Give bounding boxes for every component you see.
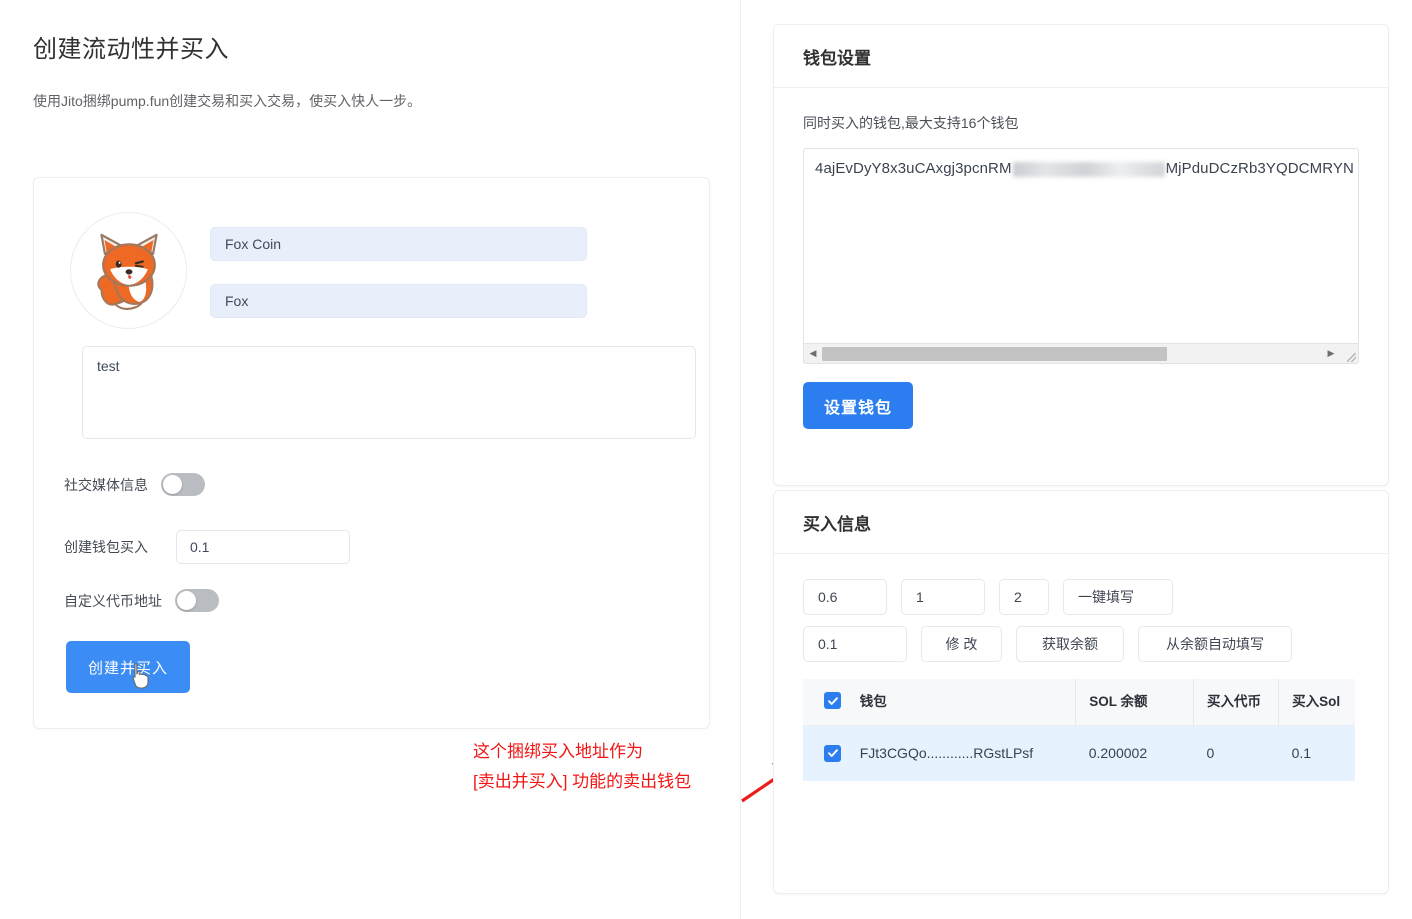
toggle-knob-icon bbox=[163, 475, 182, 494]
buy-range-row: 一键填写 bbox=[803, 579, 1359, 615]
buy-info-card: 买入信息 一键填写 修 改 获取余额 从余额自动填写 bbox=[773, 490, 1389, 894]
page-subtitle: 使用Jito捆绑pump.fun创建交易和买入交易，使买入快人一步。 bbox=[33, 93, 422, 109]
scroll-right-arrow-icon[interactable]: ▶ bbox=[1322, 344, 1340, 364]
create-form-card: test 社交媒体信息 创建钱包买入 自定义代币地址 创建并买入 bbox=[33, 177, 710, 729]
cell-wallet-address: FJt3CGQo............RGstLPsf bbox=[859, 725, 1076, 781]
buy-amount-input[interactable] bbox=[803, 626, 907, 662]
create-wallet-buy-input[interactable] bbox=[176, 530, 350, 564]
buy-min-input[interactable] bbox=[803, 579, 887, 615]
create-and-buy-button[interactable]: 创建并买入 bbox=[66, 641, 191, 693]
wallet-keys-textarea[interactable]: 4ajEvDyY8x3uCAxgj3pcnRM MjPduDCzRb3YQDCMR… bbox=[803, 148, 1359, 364]
scrollbar-thumb[interactable] bbox=[822, 346, 1167, 361]
social-media-label: 社交媒体信息 bbox=[64, 476, 148, 493]
wallet-settings-title: 钱包设置 bbox=[774, 25, 1388, 88]
page-title: 创建流动性并买入 bbox=[33, 36, 229, 63]
header-wallet: 钱包 bbox=[859, 679, 1076, 726]
wallet-key-suffix: MjPduDCzRb3YQDCMRYN bbox=[1165, 160, 1354, 177]
right-pane: 钱包设置 同时买入的钱包,最大支持16个钱包 4ajEvDyY8x3uCAxgj… bbox=[741, 0, 1412, 919]
scroll-left-arrow-icon[interactable]: ◀ bbox=[804, 344, 822, 364]
token-description-textarea[interactable]: test bbox=[82, 346, 696, 439]
buy-info-title: 买入信息 bbox=[774, 491, 1388, 554]
custom-token-address-toggle[interactable] bbox=[175, 589, 219, 612]
table-row[interactable]: FJt3CGQo............RGstLPsf 0.200002 0 … bbox=[803, 725, 1355, 781]
header-sol-balance: SOL 余额 bbox=[1075, 679, 1194, 726]
token-name-input[interactable] bbox=[210, 227, 587, 261]
buy-max-input[interactable] bbox=[999, 579, 1049, 615]
set-wallet-button[interactable]: 设置钱包 bbox=[803, 382, 914, 429]
cell-buy-token: 0 bbox=[1193, 725, 1279, 781]
wallet-key-value: 4ajEvDyY8x3uCAxgj3pcnRM MjPduDCzRb3YQDCMR… bbox=[815, 160, 1358, 177]
wallet-hint-text: 同时买入的钱包,最大支持16个钱包 bbox=[803, 115, 1019, 131]
select-all-header bbox=[803, 679, 860, 726]
annotation-text: 这个捆绑买入地址作为 [卖出并买入] 功能的卖出钱包 bbox=[473, 737, 691, 797]
create-wallet-buy-row: 创建钱包买入 bbox=[64, 530, 350, 564]
check-icon bbox=[827, 749, 838, 757]
cell-buy-sol: 0.1 bbox=[1278, 725, 1355, 781]
left-pane: 创建流动性并买入 使用Jito捆绑pump.fun创建交易和买入交易，使买入快人… bbox=[0, 0, 740, 919]
social-media-toggle[interactable] bbox=[161, 473, 205, 496]
select-all-checkbox[interactable] bbox=[824, 692, 841, 709]
wallet-key-prefix: 4ajEvDyY8x3uCAxgj3pcnRM bbox=[815, 160, 1012, 177]
buy-amount-row: 修 改 获取余额 从余额自动填写 bbox=[803, 626, 1359, 662]
wallet-settings-card: 钱包设置 同时买入的钱包,最大支持16个钱包 4ajEvDyY8x3uCAxgj… bbox=[773, 24, 1389, 486]
toggle-knob-icon bbox=[177, 591, 196, 610]
row-checkbox[interactable] bbox=[824, 744, 841, 762]
social-media-row: 社交媒体信息 bbox=[64, 473, 205, 496]
scrollbar-track[interactable] bbox=[822, 344, 1322, 364]
create-wallet-buy-label: 创建钱包买入 bbox=[64, 539, 148, 555]
token-symbol-input[interactable] bbox=[210, 284, 587, 318]
one-click-fill-button[interactable]: 一键填写 bbox=[1063, 579, 1173, 615]
cell-sol-balance: 0.200002 bbox=[1075, 725, 1194, 781]
custom-token-address-row: 自定义代币地址 bbox=[64, 589, 219, 612]
token-avatar[interactable] bbox=[70, 212, 187, 329]
fox-avatar-icon bbox=[86, 228, 172, 314]
header-buy-sol: 买入Sol bbox=[1278, 679, 1355, 726]
redacted-key-region bbox=[1012, 161, 1165, 177]
annotation-line-1: 这个捆绑买入地址作为 bbox=[473, 742, 643, 761]
header-buy-token: 买入代币 bbox=[1193, 679, 1279, 726]
app-root: 创建流动性并买入 使用Jito捆绑pump.fun创建交易和买入交易，使买入快人… bbox=[0, 0, 1412, 919]
row-select-cell bbox=[803, 725, 860, 781]
wallet-table: 钱包 SOL 余额 买入代币 买入Sol FJt3CGQo...........… bbox=[803, 679, 1355, 781]
custom-token-address-label: 自定义代币地址 bbox=[64, 592, 162, 609]
buy-mid-input[interactable] bbox=[901, 579, 985, 615]
annotation-line-2: [卖出并买入] 功能的卖出钱包 bbox=[473, 772, 692, 791]
get-balance-button[interactable]: 获取余额 bbox=[1016, 626, 1124, 662]
resize-grip-icon[interactable] bbox=[1340, 343, 1358, 363]
check-icon bbox=[827, 696, 838, 705]
table-header-row: 钱包 SOL 余额 买入代币 买入Sol bbox=[803, 679, 1355, 726]
textarea-horizontal-scrollbar[interactable]: ◀ ▶ bbox=[804, 343, 1358, 363]
modify-button[interactable]: 修 改 bbox=[921, 626, 1002, 662]
auto-fill-from-balance-button[interactable]: 从余额自动填写 bbox=[1138, 626, 1292, 662]
